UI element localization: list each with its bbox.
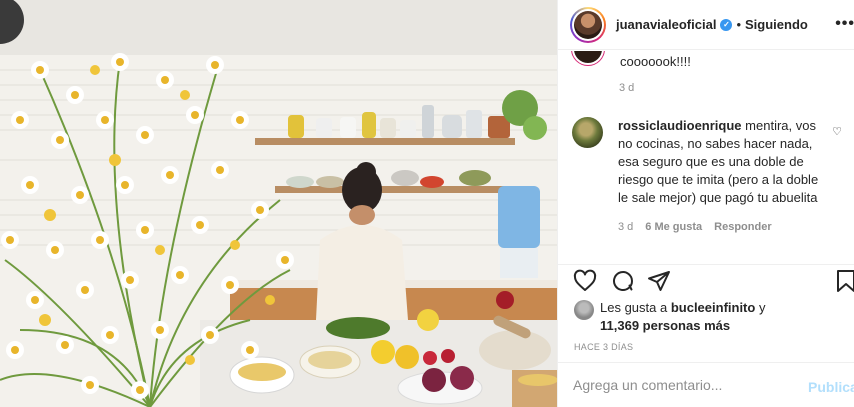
comment-username[interactable]: rossiclaudioenrique [618, 118, 742, 133]
action-bar [558, 264, 854, 294]
comments-list[interactable]: cooooook!!!! 3 d rossiclaudioenrique men… [558, 51, 854, 264]
comment-avatar[interactable] [572, 51, 604, 65]
publish-button[interactable]: Publicar [808, 379, 854, 395]
post-header: juanavialeoficial ✓ • Siguiendo ••• [558, 0, 854, 50]
heart-icon[interactable] [573, 269, 597, 293]
author-avatar[interactable] [570, 6, 606, 43]
author-username[interactable]: juanavialeoficial [616, 17, 716, 32]
comment-body: rossiclaudioenrique mentira, vos no coci… [618, 117, 828, 207]
liker-avatar[interactable] [574, 300, 594, 320]
comment-meta: 3 d 6 Me gusta Responder [618, 221, 842, 233]
kitchen-photo-illustration [0, 0, 557, 407]
reply-button[interactable]: Responder [714, 221, 771, 233]
liker-username[interactable]: bucleeinfinito [671, 300, 756, 315]
verified-badge-icon: ✓ [720, 18, 733, 31]
header-separator: • [736, 17, 741, 32]
following-button[interactable]: Siguiendo [745, 17, 808, 32]
comment-time[interactable]: 3 d [619, 82, 634, 94]
send-icon[interactable] [647, 269, 671, 293]
likes-prefix: Les gusta a [600, 300, 671, 315]
comment-item: rossiclaudioenrique mentira, vos no coci… [572, 117, 842, 233]
post-timestamp[interactable]: HACE 3 DÍAS [574, 342, 633, 352]
post-photo[interactable] [0, 0, 557, 407]
comment-icon[interactable] [611, 269, 635, 293]
post-panel: juanavialeoficial ✓ • Siguiendo ••• cooo… [557, 0, 854, 407]
likes-count[interactable]: 11,369 personas más [600, 318, 730, 333]
heart-outline-icon[interactable]: ♡ [832, 125, 842, 138]
comment-input[interactable] [573, 377, 803, 393]
comment-composer: Publicar [558, 362, 854, 407]
bookmark-icon[interactable] [834, 269, 854, 293]
comment-likes-count[interactable]: 6 Me gusta [645, 221, 702, 233]
more-options-icon[interactable]: ••• [835, 15, 854, 33]
likes-summary: Les gusta a bucleeinfinito y 11,369 pers… [574, 299, 844, 335]
comment-time[interactable]: 3 d [618, 221, 633, 233]
comment-text: cooooook!!!! [620, 54, 691, 69]
likes-conjunction: y [755, 300, 766, 315]
comment-avatar[interactable] [572, 117, 603, 148]
